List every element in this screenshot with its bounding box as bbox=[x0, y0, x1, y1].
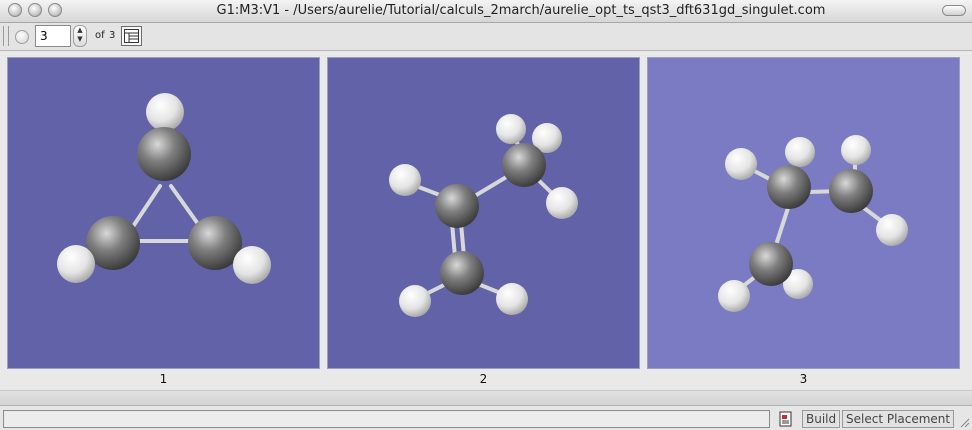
stepper-up-icon[interactable]: ▲ bbox=[74, 26, 86, 35]
carbon-atom[interactable] bbox=[749, 242, 793, 286]
hydrogen-atom[interactable] bbox=[718, 280, 750, 312]
resize-grip-icon[interactable] bbox=[958, 416, 970, 428]
panel-label-3: 3 bbox=[799, 372, 808, 386]
stepper-down-icon[interactable]: ▼ bbox=[74, 35, 86, 44]
carbon-atom[interactable] bbox=[137, 127, 191, 181]
frame-stepper[interactable]: ▲ ▼ bbox=[73, 25, 87, 47]
toolbar: 3 ▲ ▼ of 3 bbox=[0, 23, 972, 51]
carbon-atom[interactable] bbox=[829, 169, 873, 213]
cyclopropyl-molecule[interactable] bbox=[8, 58, 319, 368]
hydrogen-atom[interactable] bbox=[546, 187, 578, 219]
build-mode-label[interactable]: Build bbox=[802, 410, 841, 428]
hydrogen-atom[interactable] bbox=[146, 93, 184, 131]
molecule-view-1[interactable] bbox=[7, 57, 320, 369]
document-icon[interactable] bbox=[778, 411, 794, 427]
window-title: G1:M3:V1 - /Users/aurelie/Tutorial/calcu… bbox=[216, 3, 826, 18]
molecule-view-2[interactable] bbox=[327, 57, 640, 369]
panel-label-1: 1 bbox=[159, 372, 168, 386]
radio-icon[interactable] bbox=[15, 30, 29, 44]
carbon-atom[interactable] bbox=[767, 165, 811, 209]
grip-icon[interactable] bbox=[3, 26, 9, 46]
minimize-window-button[interactable] bbox=[28, 3, 42, 17]
hydrogen-atom[interactable] bbox=[57, 245, 95, 283]
close-window-button[interactable] bbox=[8, 3, 22, 17]
carbon-atom[interactable] bbox=[502, 143, 546, 187]
hydrogen-atom[interactable] bbox=[725, 148, 757, 180]
frame-number-input[interactable]: 3 bbox=[35, 25, 71, 47]
of-label: of bbox=[95, 30, 105, 41]
hydrogen-atom[interactable] bbox=[389, 164, 421, 196]
frames-table-button[interactable] bbox=[121, 26, 142, 46]
splitter-bar[interactable] bbox=[0, 390, 972, 406]
panel-label-2: 2 bbox=[479, 372, 488, 386]
hydrogen-atom[interactable] bbox=[399, 285, 431, 317]
status-message bbox=[3, 410, 770, 428]
toolbar-toggle-button[interactable] bbox=[942, 5, 966, 16]
propene-molecule[interactable] bbox=[328, 58, 639, 368]
status-bar: Build Select Placement bbox=[0, 406, 972, 430]
carbon-atom[interactable] bbox=[435, 184, 479, 228]
frames-table-icon bbox=[124, 29, 139, 43]
carbon-atom[interactable] bbox=[440, 251, 484, 295]
hydrogen-atom[interactable] bbox=[876, 214, 908, 246]
hydrogen-atom[interactable] bbox=[496, 114, 526, 144]
hydrogen-atom[interactable] bbox=[233, 246, 271, 284]
zoom-window-button[interactable] bbox=[48, 3, 62, 17]
hydrogen-atom[interactable] bbox=[785, 137, 815, 167]
hydrogen-atom[interactable] bbox=[841, 135, 871, 165]
select-placement-label[interactable]: Select Placement bbox=[842, 410, 955, 428]
molecule-view-3[interactable] bbox=[647, 57, 960, 369]
title-bar: G1:M3:V1 - /Users/aurelie/Tutorial/calcu… bbox=[0, 0, 972, 23]
total-frames: 3 bbox=[109, 30, 116, 41]
transition-state-molecule[interactable] bbox=[648, 58, 959, 368]
hydrogen-atom[interactable] bbox=[496, 283, 528, 315]
